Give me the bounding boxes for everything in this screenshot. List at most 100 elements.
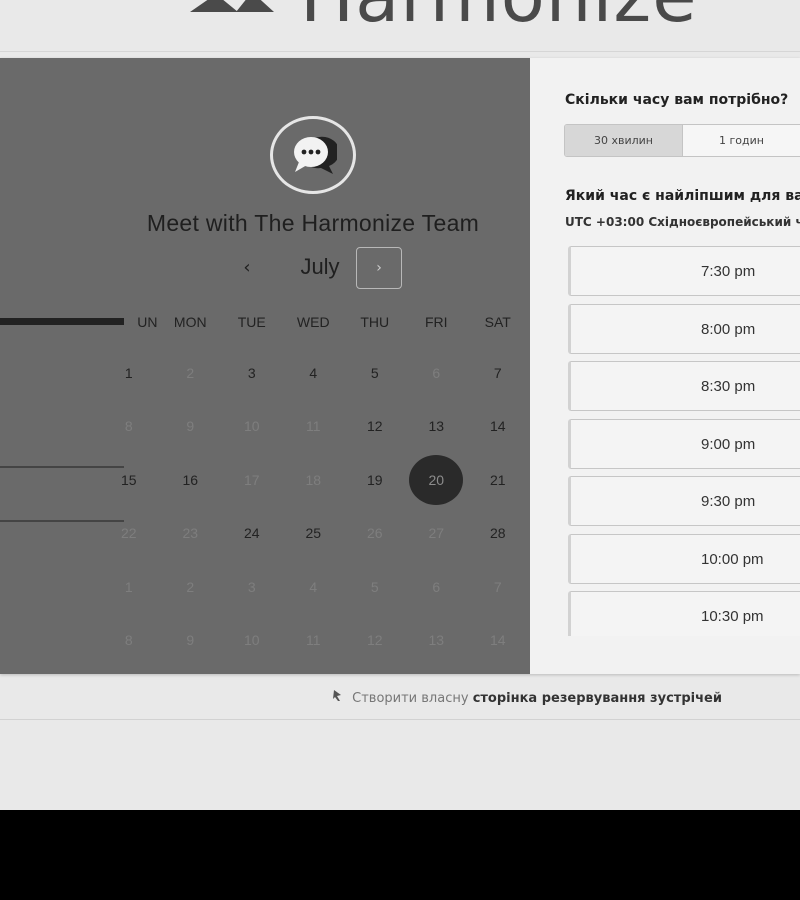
header: Harmonize xyxy=(0,0,800,52)
day-number: 4 xyxy=(309,578,318,595)
time-slot-button[interactable]: 10:00 pm xyxy=(568,533,800,584)
calendar-week-row: 8 9 10 11 12 13 14 xyxy=(98,614,530,668)
calendar-day[interactable]: 19 xyxy=(344,455,406,505)
create-booking-page-link[interactable]: Створити власну сторінка резервування зу… xyxy=(332,688,722,706)
calendar-day[interactable]: 25 xyxy=(283,508,345,558)
calendar-day: 4 xyxy=(283,562,345,612)
booking-card: Meet with The Harmonize Team ‹ July › UN… xyxy=(0,58,800,674)
calendar-day-selected[interactable]: 20 xyxy=(406,454,468,505)
team-avatar xyxy=(270,116,356,194)
calendar-day: 2 xyxy=(160,348,222,398)
calendar-week-row: 1 2 3 4 5 6 7 xyxy=(98,346,530,400)
day-number: 13 xyxy=(428,418,445,435)
calendar-day: 13 xyxy=(406,615,468,665)
time-slot-button[interactable]: 10:30 pm xyxy=(568,591,800,636)
timezone-label[interactable]: UTC +03:00 Східноєвропейський час xyxy=(565,215,800,229)
day-number: 14 xyxy=(489,632,506,649)
black-bar xyxy=(0,810,800,900)
calendar-day[interactable]: 13 xyxy=(406,401,468,451)
day-number: 13 xyxy=(428,632,445,649)
day-number: 18 xyxy=(305,471,322,488)
chat-bubble-icon xyxy=(294,136,337,174)
day-number: 9 xyxy=(186,418,195,435)
calendar-day: 18 xyxy=(283,455,345,505)
weekday-label: MON xyxy=(173,314,207,330)
brand-name: Harmonize xyxy=(300,0,698,38)
calendar-panel: Meet with The Harmonize Team ‹ July › UN… xyxy=(0,58,530,674)
calendar-day[interactable]: 3 xyxy=(221,348,283,398)
day-number: 2 xyxy=(186,578,195,595)
time-slot-button[interactable]: 9:30 pm xyxy=(568,476,800,526)
calendar-day[interactable]: 16 xyxy=(160,455,222,505)
day-number: 22 xyxy=(120,525,137,542)
calendar-day: 23 xyxy=(160,508,222,558)
footer: Створити власну сторінка резервування зу… xyxy=(0,684,800,720)
weekday-header: UN MON TUE WED THU FRI SAT xyxy=(98,314,530,334)
day-number: 21 xyxy=(489,471,506,488)
weekday-label: UN xyxy=(137,314,158,330)
meeting-title: Meet with The Harmonize Team xyxy=(146,210,480,236)
calendar-day[interactable]: 28 xyxy=(467,508,529,558)
day-number: 11 xyxy=(305,418,321,435)
day-number: 19 xyxy=(366,471,383,488)
calendar-day: 3 xyxy=(221,562,283,612)
calendar-day: 22 xyxy=(98,508,160,558)
day-number: 14 xyxy=(489,418,506,435)
day-number: 2 xyxy=(186,364,195,381)
weekday-label: WED xyxy=(296,314,330,330)
month-navigation: ‹ July › xyxy=(230,246,410,290)
day-number: 27 xyxy=(428,525,445,542)
time-slot-button[interactable]: 8:00 pm xyxy=(568,303,800,354)
prev-month-button[interactable]: ‹ xyxy=(236,256,258,280)
day-number: 9 xyxy=(186,632,195,649)
calendar-day: 5 xyxy=(344,562,406,612)
day-number: 6 xyxy=(432,364,441,381)
calendar-day[interactable]: 12 xyxy=(344,401,406,451)
duration-option-1-hour[interactable]: 1 годин xyxy=(683,125,800,156)
day-number: 1 xyxy=(124,364,133,381)
calendar-day: 6 xyxy=(406,562,468,612)
calendar-day: 12 xyxy=(344,615,406,665)
footer-prefix: Створити власну xyxy=(352,691,469,706)
time-slot-button[interactable]: 7:30 pm xyxy=(568,246,800,296)
next-month-button[interactable]: › xyxy=(356,247,402,289)
calendar-grid: 1 2 3 4 5 6 7 8 9 10 11 12 13 14 15 16 17 18 19 20 21 22 23 24 2… xyxy=(98,346,530,667)
time-slot-button[interactable]: 9:00 pm xyxy=(568,418,800,469)
calendar-day[interactable]: 24 xyxy=(221,508,283,558)
day-number: 11 xyxy=(305,632,321,649)
duration-option-30-min[interactable]: 30 хвилин xyxy=(565,125,683,156)
time-slot-button[interactable]: 8:30 pm xyxy=(568,361,800,411)
calendar-day: 10 xyxy=(221,615,283,665)
calendar-day: 8 xyxy=(98,401,160,451)
day-number: 10 xyxy=(243,418,260,435)
day-number: 20 xyxy=(409,454,464,505)
calendar-day[interactable]: 1 xyxy=(98,348,160,398)
calendar-day[interactable]: 14 xyxy=(467,401,529,451)
calendar-day[interactable]: 7 xyxy=(467,348,529,398)
day-number: 10 xyxy=(243,632,260,649)
weekday-label: THU xyxy=(360,314,390,330)
day-number: 12 xyxy=(366,632,383,649)
day-number: 16 xyxy=(182,471,199,488)
calendar-day: 7 xyxy=(467,562,529,612)
calendar-day[interactable]: 21 xyxy=(467,455,529,505)
harmonize-logo-icon xyxy=(332,688,348,706)
time-slot-label: 10:00 pm xyxy=(701,550,764,568)
calendar-day[interactable]: 15 xyxy=(98,455,160,505)
calendar-day: 14 xyxy=(467,615,529,665)
calendar-day: 1 xyxy=(98,562,160,612)
day-number: 25 xyxy=(305,525,322,542)
calendar-day[interactable]: 4 xyxy=(283,348,345,398)
duration-question: Скільки часу вам потрібно? xyxy=(565,92,789,108)
day-number: 5 xyxy=(370,578,379,595)
calendar-day: 9 xyxy=(160,401,222,451)
calendar-day: 11 xyxy=(283,401,345,451)
day-number: 7 xyxy=(493,364,502,381)
calendar-day: 11 xyxy=(283,615,345,665)
calendar-day: 26 xyxy=(344,508,406,558)
time-slot-label: 8:00 pm xyxy=(701,320,756,338)
time-slot-list: 7:30 pm 8:00 pm 8:30 pm 9:00 pm 9:30 pm 10:00… xyxy=(568,246,800,636)
calendar-day[interactable]: 5 xyxy=(344,348,406,398)
booking-page: Harmonize Meet with The Harmonize Team ‹… xyxy=(0,0,800,810)
weekday-label: FRI xyxy=(424,314,448,330)
